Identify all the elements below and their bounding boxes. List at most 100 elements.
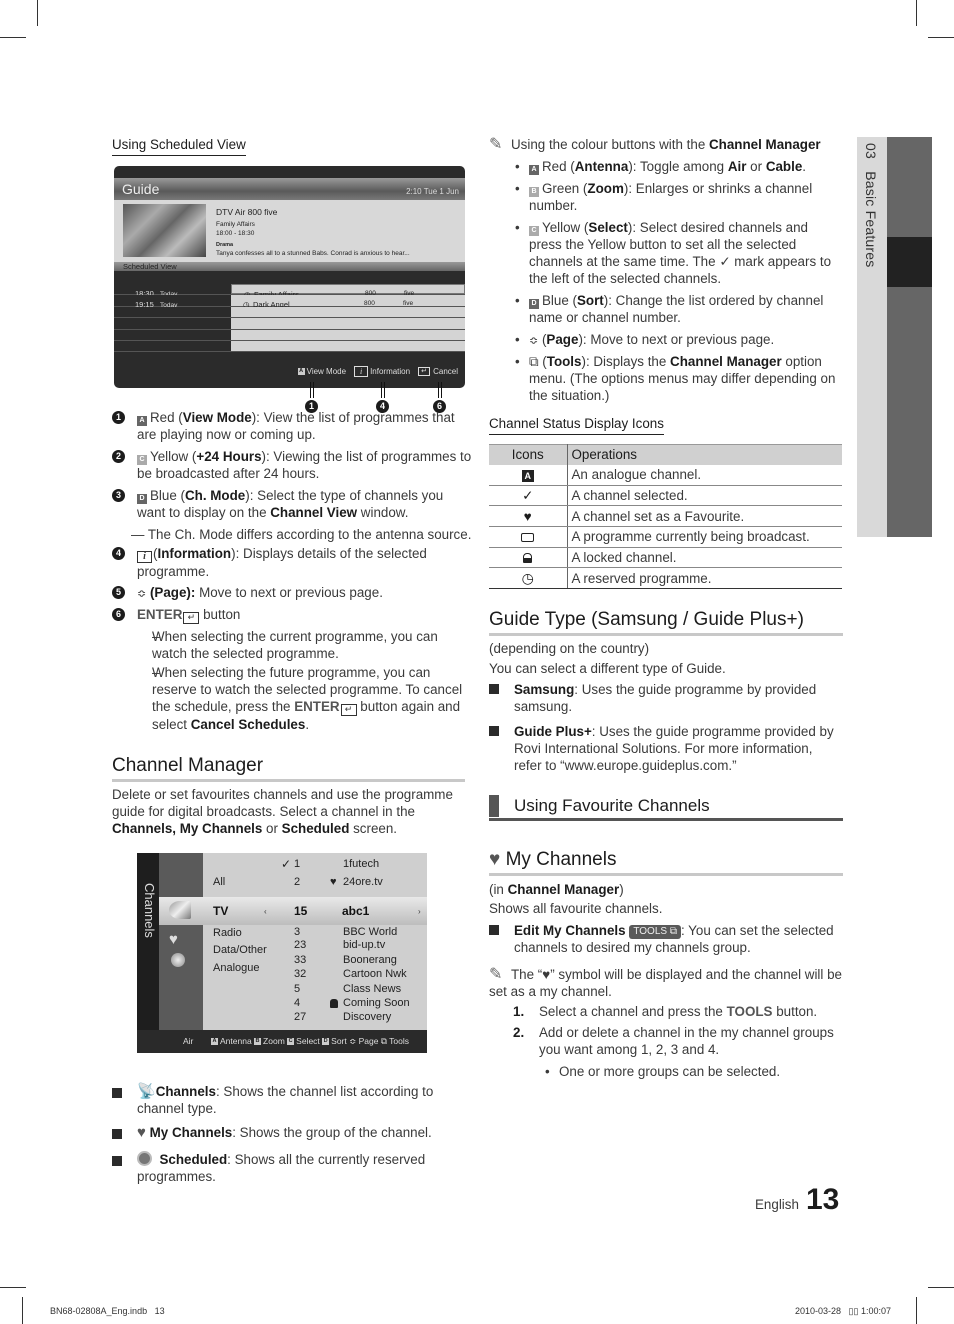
language-label: English: [755, 1197, 799, 1212]
table-row: ✓ A channel selected.: [489, 485, 842, 507]
crop-mark: [916, 0, 917, 26]
table-header-row: Icons Operations: [489, 444, 842, 465]
page-number: 13: [806, 1183, 840, 1216]
lock-icon: [523, 553, 533, 564]
channel-manager-screen: Channels ♥ TV ‹ 15 abc1 › All Radio Data…: [137, 853, 427, 1053]
channel-name[interactable]: 24ore.tv: [343, 875, 383, 889]
heart-icon: ♥: [523, 508, 532, 524]
channel-name[interactable]: Boonerang: [343, 954, 397, 966]
cm-icon-column: ♥: [159, 853, 203, 1030]
page-updown-icon: ≎: [137, 588, 147, 600]
check-icon: ✓: [522, 488, 534, 504]
channel-num: 1: [294, 858, 301, 870]
tools-badge: TOOLS ⧉: [629, 925, 681, 939]
tools-button[interactable]: ⧉ Tools: [381, 1036, 409, 1046]
view-label-bar: Scheduled View: [114, 262, 465, 271]
table-row: A An analogue channel.: [489, 464, 842, 486]
step-1: 1. Select a channel and press the TOOLS …: [513, 1004, 818, 1019]
guide-type-note: (depending on the country): [489, 641, 650, 656]
cancel-button[interactable]: ↵ Cancel: [418, 363, 458, 380]
tools-icon: ⧉: [529, 354, 539, 369]
antenna-button[interactable]: A Antenna: [211, 1036, 252, 1046]
programme-info-panel: DTV Air 800 five Family Affairs 18:00 - …: [114, 200, 465, 262]
enter-icon: ↵: [340, 704, 357, 716]
channel-manager-intro: Delete or set favourites channels and us…: [112, 787, 453, 836]
programme-synopsis: Tanya confesses all to a stunned Babs. C…: [216, 250, 410, 257]
numbered-item-3: 3 D Blue (Ch. Mode): Select the type of c…: [112, 487, 472, 521]
view-mode-button[interactable]: A View Mode: [297, 363, 346, 380]
numbered-item-4: 4 i (Information): Displays details of th…: [112, 545, 472, 580]
crop-mark: [0, 37, 26, 38]
dash-item-1: – When selecting the current programme, …: [152, 629, 438, 661]
select-button[interactable]: C Select: [287, 1036, 320, 1046]
antenna-source: Air: [183, 1036, 194, 1046]
chapter-label: 03 Basic Features: [863, 143, 879, 268]
crop-mark: [928, 37, 954, 38]
edit-my-channels-item: Edit My Channels TOOLS ⧉: You can set th…: [489, 922, 843, 964]
chapter-tab-strip: [887, 137, 932, 537]
enter-icon: ↵: [183, 612, 200, 624]
page-button[interactable]: ≎ Page: [349, 1036, 378, 1046]
scheduled-view-heading: Using Scheduled View: [112, 136, 246, 156]
channel-num: 23: [294, 939, 307, 951]
satellite-icon: [169, 901, 191, 919]
colour-buttons-note: ✎ Using the colour buttons with the Chann…: [489, 136, 821, 153]
ch-mode-note: — The Ch. Mode differs according to the …: [131, 527, 472, 542]
channel-name[interactable]: 1futech: [343, 857, 379, 871]
info-icon: i: [354, 366, 369, 378]
check-icon: ✓: [719, 254, 731, 269]
numbered-item-2: 2 C Yellow (+24 Hours): Viewing the list …: [112, 448, 472, 482]
category-all[interactable]: All: [213, 875, 225, 889]
numbered-item-5: 5 ≎ (Page): Move to next or previous pag…: [112, 584, 472, 601]
category-radio[interactable]: Radio: [213, 926, 242, 940]
heart-icon: ♥: [330, 876, 337, 888]
channel-num: 32: [294, 968, 307, 980]
schedule-row[interactable]: 18:30Today ◷Family Affairs800five: [114, 284, 465, 299]
tools-icon: ⧉: [380, 1036, 387, 1046]
guide-type-guideplus: Guide Plus+: Uses the guide programme pr…: [489, 723, 843, 774]
category-analogue[interactable]: Analogue: [213, 961, 260, 975]
crop-mark: [0, 1287, 26, 1288]
left-arrow-icon: ‹: [264, 907, 267, 916]
satellite-icon: 📡: [137, 1083, 156, 1100]
check-icon: ✓: [281, 857, 292, 871]
crop-mark: [928, 1287, 954, 1288]
numbered-item-6: 6 ENTER ↵ button: [112, 606, 472, 624]
channel-name[interactable]: Discovery: [343, 1011, 391, 1023]
schedule-row-empty: [114, 329, 465, 341]
info-icon: i: [137, 551, 152, 563]
programme-thumbnail: [123, 204, 206, 257]
my-channels-desc: Shows all favourite channels.: [489, 901, 663, 916]
zoom-button[interactable]: B Zoom: [254, 1036, 285, 1046]
favourite-channels-heading: Using Favourite Channels: [489, 795, 843, 821]
cm-selected-row[interactable]: TV ‹ 15 abc1 ›: [159, 897, 427, 925]
guide-screen: Guide 2:10 Tue 1 Jun DTV Air 800 five Fa…: [114, 166, 465, 388]
channel-name[interactable]: Coming Soon: [343, 997, 410, 1009]
channel-name[interactable]: bid-up.tv: [343, 939, 385, 951]
red-key-icon: A: [297, 368, 305, 376]
channel-manager-heading: Channel Manager: [112, 754, 465, 782]
category-data-other[interactable]: Data/Other: [213, 943, 267, 957]
colour-item-yellow: • C Yellow (Select): Select desired channe…: [515, 220, 832, 286]
colour-item-red: • A Red (Antenna): Toggle among Air or Cab…: [515, 159, 807, 175]
channel-name[interactable]: Cartoon Nwk: [343, 968, 407, 980]
sort-button[interactable]: D Sort: [322, 1036, 347, 1046]
step-2: 2. Add or delete a channel in the my cha…: [513, 1025, 834, 1057]
clock-icon[interactable]: [171, 953, 185, 967]
channel-name[interactable]: Class News: [343, 983, 401, 995]
heart-icon[interactable]: ♥: [169, 931, 178, 948]
channel-name[interactable]: BBC World: [343, 926, 397, 938]
information-button[interactable]: i Information: [354, 363, 410, 380]
channel-num: 2: [294, 876, 301, 888]
guide-type-intro: You can select a different type of Guide…: [489, 661, 726, 676]
heart-icon: ♥: [137, 1124, 146, 1141]
my-channels-context: (in Channel Manager): [489, 882, 624, 897]
numbered-item-1: 1 A Red (View Mode): View the list of pro…: [112, 409, 472, 443]
schedule-row[interactable]: 19:15Today ◷Dark Angel800five: [114, 295, 465, 309]
colour-item-green: • B Green (Zoom): Enlarges or shrinks a ch…: [515, 181, 813, 213]
channel-num: 3: [294, 926, 301, 938]
page-updown-icon: ≎: [349, 1036, 357, 1046]
channel-num: 27: [294, 1011, 307, 1023]
cm-sidebar: Channels: [137, 853, 159, 1030]
colour-item-page: • ≎ (Page): Move to next or previous page…: [515, 332, 775, 347]
